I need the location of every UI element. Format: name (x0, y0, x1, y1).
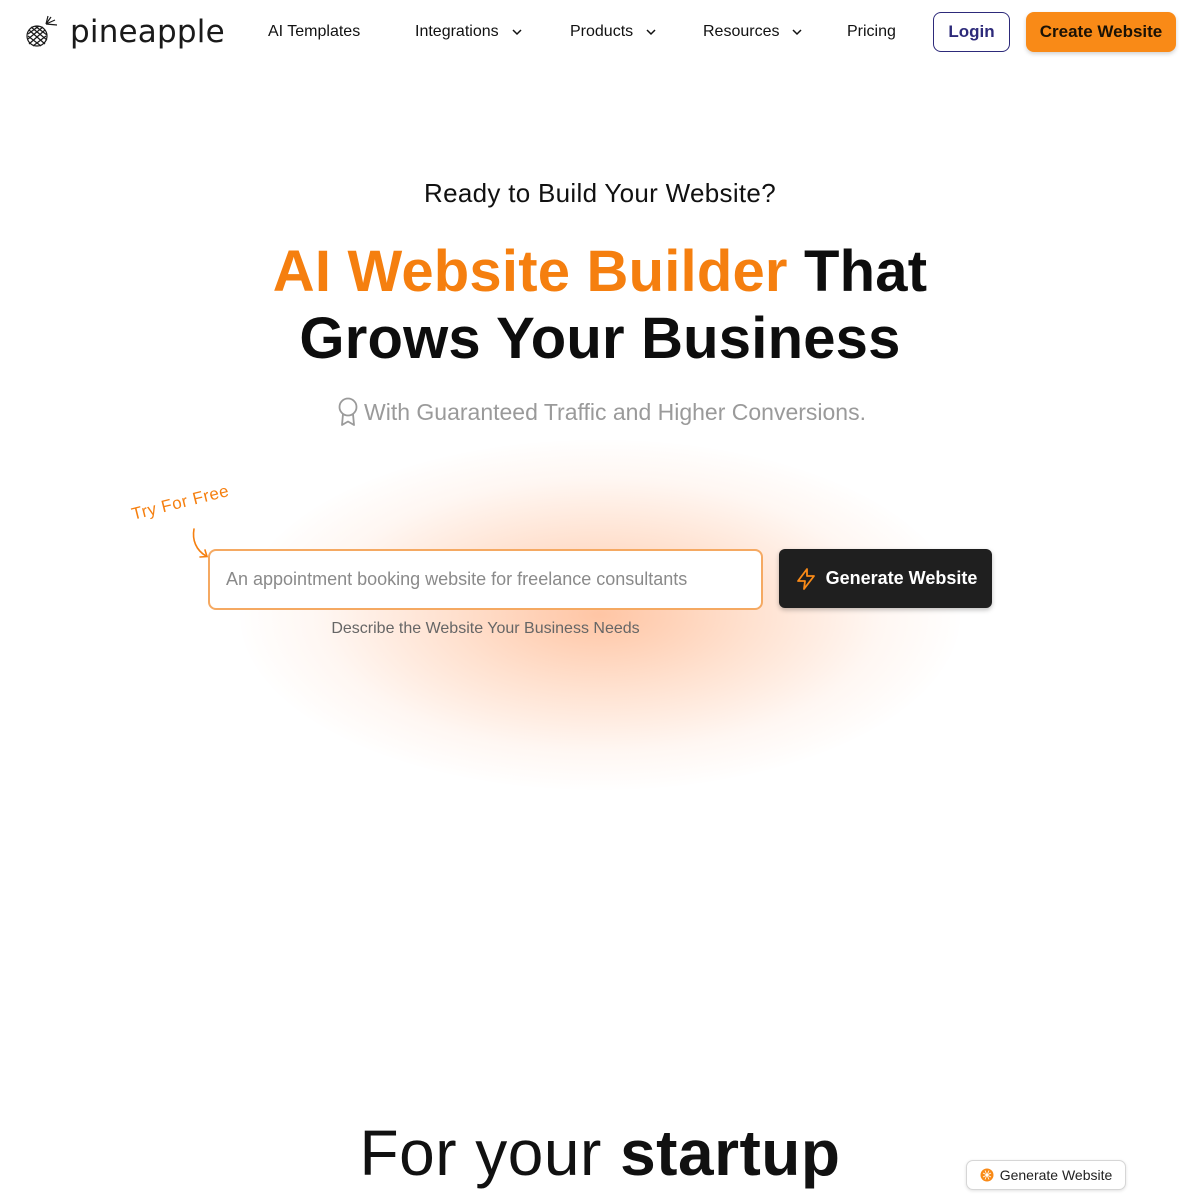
chevron-down-icon (512, 29, 522, 36)
generate-website-button[interactable]: Generate Website (779, 549, 992, 608)
nav-item-label: Integrations (415, 23, 499, 40)
input-helper-text: Describe the Website Your Business Needs (331, 620, 640, 637)
chevron-down-icon (646, 29, 656, 36)
section-title-light: For your (359, 1117, 602, 1189)
pineapple-dot-icon (980, 1168, 994, 1182)
hero-subline: With Guaranteed Traffic and Higher Conve… (0, 396, 1200, 428)
hero-headline: AI Website Builder That Grows Your Busin… (0, 238, 1200, 372)
headline-line-2: Grows Your Business (299, 306, 901, 371)
pineapple-logo-icon (26, 15, 58, 47)
hero-glow-background (240, 440, 960, 790)
website-description-input[interactable] (208, 549, 763, 610)
nav-item-label: AI Templates (268, 23, 361, 40)
nav-item-label: Resources (703, 23, 780, 40)
floating-generate-website-button[interactable]: Generate Website (966, 1160, 1126, 1190)
nav-item-products[interactable]: Products (570, 20, 657, 44)
logo-text: pineapple (70, 13, 225, 50)
nav-item-pricing[interactable]: Pricing (847, 20, 896, 44)
headline-accent: AI Website Builder (272, 239, 788, 304)
chevron-down-icon (792, 29, 803, 36)
lightning-bolt-icon (796, 567, 815, 590)
create-website-button[interactable]: Create Website (1026, 12, 1176, 52)
nav-item-integrations[interactable]: Integrations (415, 20, 523, 44)
subline-text: With Guaranteed Traffic and Higher Conve… (364, 398, 866, 425)
nav-item-resources[interactable]: Resources (703, 20, 803, 44)
section-title-bold: startup (620, 1117, 841, 1189)
try-for-free-label: Try For Free (129, 481, 232, 524)
top-navigation: pineapple AI Templates Integrations Prod… (0, 0, 1200, 64)
award-ribbon-icon (338, 397, 358, 426)
logo-link[interactable]: pineapple (24, 12, 225, 52)
floating-button-label: Generate Website (999, 1167, 1113, 1183)
nav-item-ai-templates[interactable]: AI Templates (268, 20, 360, 44)
nav-item-label: Pricing (847, 23, 896, 40)
login-button[interactable]: Login (933, 12, 1010, 52)
generate-button-label: Generate Website (825, 568, 978, 588)
hero-eyebrow: Ready to Build Your Website? (424, 178, 776, 208)
headline-rest: That (804, 239, 928, 304)
nav-item-label: Products (570, 23, 634, 40)
